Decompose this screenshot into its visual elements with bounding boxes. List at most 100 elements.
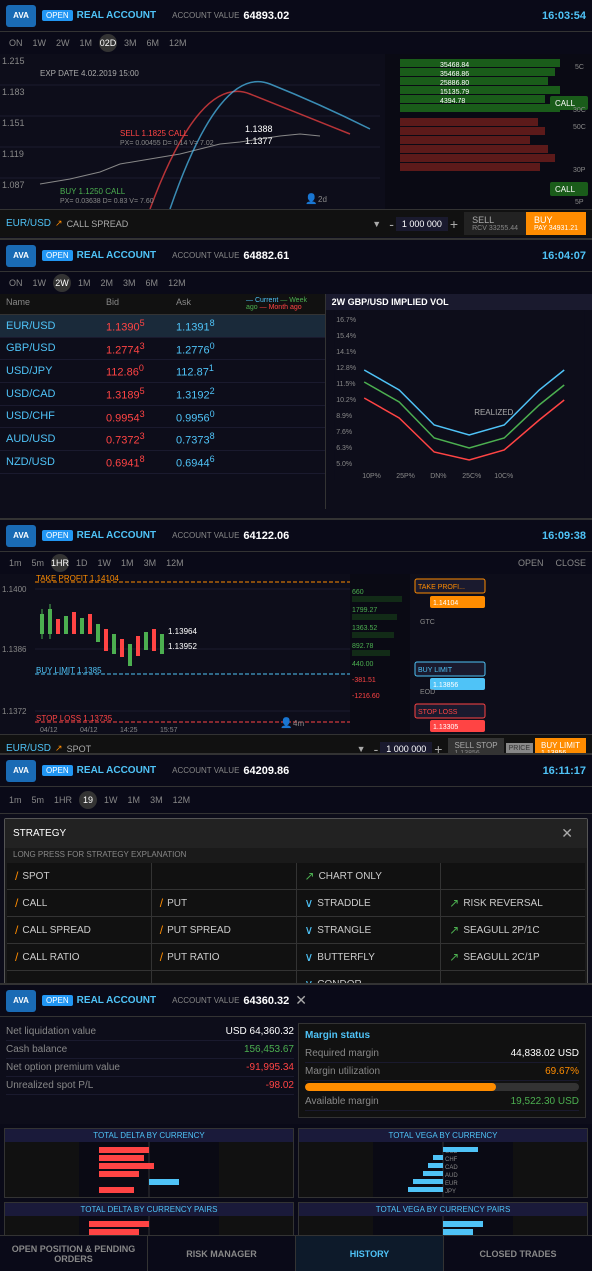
call-spread-icon: /: [15, 923, 18, 937]
table-row[interactable]: USD/CAD 1.31895 1.31922: [0, 383, 325, 406]
strategy-put[interactable]: / PUT: [152, 890, 296, 916]
strategy-chart-only[interactable]: ↗ CHART ONLY: [297, 863, 441, 889]
panel5-close[interactable]: ✕: [289, 990, 313, 1011]
panel3-minus[interactable]: -: [374, 741, 379, 756]
panel1-time: 16:03:54: [542, 10, 586, 22]
tf-1hr-4[interactable]: 1HR: [51, 794, 75, 806]
ava-logo-2: AVA: [6, 245, 36, 267]
put-label: PUT: [167, 898, 187, 909]
tf-6m-2[interactable]: 6M: [143, 277, 162, 289]
strategy-close[interactable]: ✕: [555, 823, 579, 844]
tf-1hr-3[interactable]: 1HR: [51, 554, 69, 572]
svg-text:DN%: DN%: [430, 473, 446, 480]
strategy-strangle[interactable]: ∨ STRANGLE: [297, 917, 441, 943]
panel1-svg: 1.215 1.183 1.151 1.119 1.087 SELL 1.182…: [0, 54, 592, 209]
strategy-seagull-2p1c[interactable]: ↗ SEAGULL 2P/1C: [441, 917, 585, 943]
svg-text:👤: 👤: [305, 192, 317, 205]
col-ask: Ask: [176, 297, 246, 311]
tf-3m-3[interactable]: 3M: [141, 557, 160, 569]
tf-3m-2[interactable]: 3M: [120, 277, 139, 289]
tf-3m-1[interactable]: 3M: [121, 37, 140, 49]
table-row[interactable]: USD/CHF 0.99543 0.99560: [0, 406, 325, 429]
strategy-call-ratio[interactable]: / CALL RATIO: [7, 944, 151, 970]
close-label-3: CLOSE: [555, 558, 586, 568]
strategy-call[interactable]: / CALL: [7, 890, 151, 916]
panel3-open-badge: OPEN: [42, 530, 73, 541]
tf-1w-4[interactable]: 1W: [101, 794, 121, 806]
nav-closed-trades[interactable]: CLOSED TRADES: [444, 1236, 592, 1271]
tf-12m-1[interactable]: 12M: [166, 37, 190, 49]
svg-text:-381.51: -381.51: [352, 677, 376, 684]
tf-3m-4[interactable]: 3M: [147, 794, 166, 806]
tf-02d-1[interactable]: 02D: [99, 34, 117, 52]
strategy-empty-1: [152, 863, 296, 889]
strategy-put-ratio[interactable]: / PUT RATIO: [152, 944, 296, 970]
nav-risk-manager[interactable]: RISK MANAGER: [148, 1236, 296, 1271]
tf-1m-1[interactable]: 1M: [77, 37, 96, 49]
tf-1w-3[interactable]: 1W: [95, 557, 115, 569]
nav-open-positions[interactable]: OPEN POSITION & PENDING ORDERS: [0, 1236, 148, 1271]
svg-text:30P: 30P: [573, 167, 586, 174]
strategy-straddle[interactable]: ∨ STRADDLE: [297, 890, 441, 916]
pair-usdchf: USD/CHF: [6, 410, 106, 422]
panel3-plus[interactable]: +: [434, 741, 442, 756]
bid-usdcad: 1.31895: [106, 386, 176, 402]
table-row[interactable]: AUD/USD 0.73723 0.73738: [0, 428, 325, 451]
tf-1m2-4[interactable]: 1M: [125, 794, 144, 806]
tf-2w-2[interactable]: 2W: [53, 274, 71, 292]
tf-6m-1[interactable]: 6M: [144, 37, 163, 49]
svg-text:CAD: CAD: [445, 1165, 458, 1171]
tf-1w-2[interactable]: 1W: [30, 277, 50, 289]
tf-12m-3[interactable]: 12M: [163, 557, 187, 569]
tf-12m-2[interactable]: 12M: [165, 277, 189, 289]
tf-5m-4[interactable]: 5m: [29, 794, 48, 806]
bid-audusd: 0.73723: [106, 431, 176, 447]
strategy-put-spread[interactable]: / PUT SPREAD: [152, 917, 296, 943]
svg-text:1.14104: 1.14104: [433, 600, 458, 607]
tf-5m-3[interactable]: 5m: [29, 557, 48, 569]
panel1-minus[interactable]: -: [389, 216, 394, 232]
panel2-header: AVA OPEN REAL ACCOUNT ACCOUNT VALUE 6488…: [0, 240, 592, 272]
tf-12m-4[interactable]: 12M: [170, 794, 194, 806]
table-row[interactable]: NZD/USD 0.69418 0.69446: [0, 451, 325, 474]
put-icon: /: [160, 896, 163, 910]
tf-on-1[interactable]: ON: [6, 37, 26, 49]
tf-1d-3[interactable]: 1D: [73, 557, 91, 569]
tf-1m-4[interactable]: 1m: [6, 794, 25, 806]
panel1-plus[interactable]: +: [450, 216, 458, 232]
svg-text:1.13964: 1.13964: [168, 627, 197, 636]
tf-1m-3[interactable]: 1m: [6, 557, 25, 569]
nav-history[interactable]: HISTORY: [296, 1236, 444, 1271]
tf-2w-1[interactable]: 2W: [53, 37, 73, 49]
table-row[interactable]: USD/JPY 112.860 112.871: [0, 360, 325, 383]
tf-1m-2[interactable]: 1M: [75, 277, 94, 289]
svg-text:1.1388: 1.1388: [245, 124, 273, 134]
panel3-buy-limit-btn[interactable]: BUY LIMIT 1.13856: [535, 738, 586, 756]
strategy-seagull-2c1p[interactable]: ↗ SEAGULL 2C/1P: [441, 944, 585, 970]
table-row[interactable]: EUR/USD 1.13905 1.13918: [0, 315, 325, 338]
svg-text:-1216.60: -1216.60: [352, 693, 380, 700]
tf-2m-2[interactable]: 2M: [98, 277, 117, 289]
tf-1w-1[interactable]: 1W: [30, 37, 50, 49]
strategy-spot[interactable]: / SPOT: [7, 863, 151, 889]
panel3-sell-stop-btn[interactable]: SELL STOP 1.13856: [448, 738, 503, 756]
strategy-butterfly[interactable]: ∨ BUTTERFLY: [297, 944, 441, 970]
table-row[interactable]: GBP/USD 1.27743 1.27760: [0, 338, 325, 361]
tf-on-2[interactable]: ON: [6, 277, 26, 289]
panel4-time: 16:11:17: [543, 765, 586, 777]
delta-vega-section: TOTAL DELTA BY CURRENCY TOTAL VEGA BY CU…: [0, 1124, 592, 1235]
strategy-risk-reversal[interactable]: ↗ RISK REVERSAL: [441, 890, 585, 916]
tf-1m2-3[interactable]: 1M: [118, 557, 137, 569]
utilization-row: Margin utilization 69.67%: [305, 1063, 579, 1081]
strategy-condor[interactable]: ∨ CONDOR: [297, 971, 441, 985]
panel4-open-badge: OPEN: [42, 765, 73, 776]
panel5-open-badge: OPEN: [42, 995, 73, 1006]
strategy-subtitle: LONG PRESS FOR STRATEGY EXPLANATION: [5, 848, 587, 861]
panel1-buy-btn[interactable]: BUY PAY 34931.21: [526, 212, 586, 235]
svg-text:1.13305: 1.13305: [433, 724, 458, 731]
panel1-sell-btn[interactable]: SELL RCV 33255.44: [464, 212, 526, 235]
svg-text:25C%: 25C%: [462, 473, 481, 480]
tf-19-4[interactable]: 19: [79, 791, 97, 809]
strategy-call-spread[interactable]: / CALL SPREAD: [7, 917, 151, 943]
seagull-2c1p-icon: ↗: [449, 950, 459, 964]
